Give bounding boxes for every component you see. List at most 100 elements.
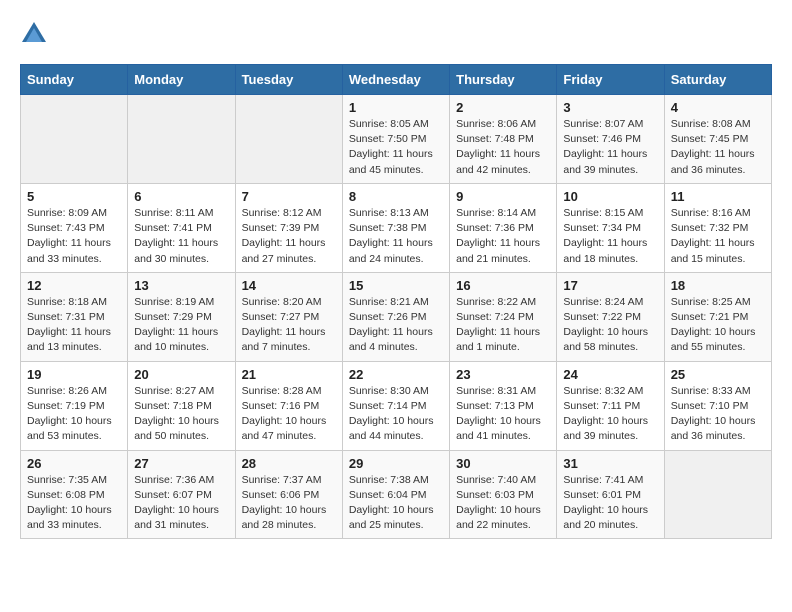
- cell-text: Sunrise: 7:38 AM Sunset: 6:04 PM Dayligh…: [349, 473, 443, 534]
- cell-text: Sunrise: 8:30 AM Sunset: 7:14 PM Dayligh…: [349, 384, 443, 445]
- day-number: 31: [563, 456, 657, 471]
- cell-text: Sunrise: 8:26 AM Sunset: 7:19 PM Dayligh…: [27, 384, 121, 445]
- week-row-5: 26 Sunrise: 7:35 AM Sunset: 6:08 PM Dayli…: [21, 450, 772, 539]
- weekday-header-tuesday: Tuesday: [235, 65, 342, 95]
- cell-text: Sunrise: 7:36 AM Sunset: 6:07 PM Dayligh…: [134, 473, 228, 534]
- cell-text: Sunrise: 7:41 AM Sunset: 6:01 PM Dayligh…: [563, 473, 657, 534]
- week-row-4: 19 Sunrise: 8:26 AM Sunset: 7:19 PM Dayli…: [21, 361, 772, 450]
- calendar-cell: 25 Sunrise: 8:33 AM Sunset: 7:10 PM Dayli…: [664, 361, 771, 450]
- cell-text: Sunrise: 7:40 AM Sunset: 6:03 PM Dayligh…: [456, 473, 550, 534]
- calendar-cell: [664, 450, 771, 539]
- cell-text: Sunrise: 7:37 AM Sunset: 6:06 PM Dayligh…: [242, 473, 336, 534]
- day-number: 15: [349, 278, 443, 293]
- calendar-cell: 17 Sunrise: 8:24 AM Sunset: 7:22 PM Dayli…: [557, 272, 664, 361]
- calendar-cell: 7 Sunrise: 8:12 AM Sunset: 7:39 PM Daylig…: [235, 183, 342, 272]
- day-number: 26: [27, 456, 121, 471]
- cell-text: Sunrise: 8:20 AM Sunset: 7:27 PM Dayligh…: [242, 295, 336, 356]
- week-row-1: 1 Sunrise: 8:05 AM Sunset: 7:50 PM Daylig…: [21, 95, 772, 184]
- day-number: 17: [563, 278, 657, 293]
- calendar-cell: 29 Sunrise: 7:38 AM Sunset: 6:04 PM Dayli…: [342, 450, 449, 539]
- day-number: 18: [671, 278, 765, 293]
- cell-text: Sunrise: 8:05 AM Sunset: 7:50 PM Dayligh…: [349, 117, 443, 178]
- calendar-cell: 19 Sunrise: 8:26 AM Sunset: 7:19 PM Dayli…: [21, 361, 128, 450]
- calendar-cell: 24 Sunrise: 8:32 AM Sunset: 7:11 PM Dayli…: [557, 361, 664, 450]
- day-number: 1: [349, 100, 443, 115]
- day-number: 4: [671, 100, 765, 115]
- calendar-cell: 15 Sunrise: 8:21 AM Sunset: 7:26 PM Dayli…: [342, 272, 449, 361]
- calendar-cell: [128, 95, 235, 184]
- day-number: 14: [242, 278, 336, 293]
- calendar-cell: 23 Sunrise: 8:31 AM Sunset: 7:13 PM Dayli…: [450, 361, 557, 450]
- cell-text: Sunrise: 7:35 AM Sunset: 6:08 PM Dayligh…: [27, 473, 121, 534]
- weekday-header-sunday: Sunday: [21, 65, 128, 95]
- calendar-cell: 2 Sunrise: 8:06 AM Sunset: 7:48 PM Daylig…: [450, 95, 557, 184]
- cell-text: Sunrise: 8:06 AM Sunset: 7:48 PM Dayligh…: [456, 117, 550, 178]
- calendar-cell: 10Sunrise: 8:15 AM Sunset: 7:34 PM Dayli…: [557, 183, 664, 272]
- calendar-cell: 8Sunrise: 8:13 AM Sunset: 7:38 PM Daylig…: [342, 183, 449, 272]
- weekday-header-monday: Monday: [128, 65, 235, 95]
- calendar-cell: 21Sunrise: 8:28 AM Sunset: 7:16 PM Dayli…: [235, 361, 342, 450]
- calendar: SundayMondayTuesdayWednesdayThursdayFrid…: [20, 64, 772, 539]
- day-number: 24: [563, 367, 657, 382]
- day-number: 19: [27, 367, 121, 382]
- weekday-header-saturday: Saturday: [664, 65, 771, 95]
- day-number: 16: [456, 278, 550, 293]
- day-number: 7: [242, 189, 336, 204]
- calendar-cell: 30 Sunrise: 7:40 AM Sunset: 6:03 PM Dayli…: [450, 450, 557, 539]
- day-number: 22: [349, 367, 443, 382]
- calendar-cell: 3 Sunrise: 8:07 AM Sunset: 7:46 PM Daylig…: [557, 95, 664, 184]
- calendar-cell: 12 Sunrise: 8:18 AM Sunset: 7:31 PM Dayli…: [21, 272, 128, 361]
- week-row-3: 12 Sunrise: 8:18 AM Sunset: 7:31 PM Dayli…: [21, 272, 772, 361]
- cell-text: Sunrise: 8:24 AM Sunset: 7:22 PM Dayligh…: [563, 295, 657, 356]
- header: [20, 20, 772, 48]
- week-row-2: 5 Sunrise: 8:09 AM Sunset: 7:43 PM Daylig…: [21, 183, 772, 272]
- day-number: 27: [134, 456, 228, 471]
- calendar-cell: 11Sunrise: 8:16 AM Sunset: 7:32 PM Dayli…: [664, 183, 771, 272]
- calendar-cell: 13 Sunrise: 8:19 AM Sunset: 7:29 PM Dayli…: [128, 272, 235, 361]
- cell-text: Sunrise: 8:21 AM Sunset: 7:26 PM Dayligh…: [349, 295, 443, 356]
- calendar-cell: [21, 95, 128, 184]
- day-number: 23: [456, 367, 550, 382]
- day-number: 12: [27, 278, 121, 293]
- day-number: 5: [27, 189, 121, 204]
- calendar-cell: 6Sunrise: 8:11 AM Sunset: 7:41 PM Daylig…: [128, 183, 235, 272]
- calendar-cell: 1 Sunrise: 8:05 AM Sunset: 7:50 PM Daylig…: [342, 95, 449, 184]
- weekday-header-row: SundayMondayTuesdayWednesdayThursdayFrid…: [21, 65, 772, 95]
- cell-text: Sunrise: 8:08 AM Sunset: 7:45 PM Dayligh…: [671, 117, 765, 178]
- calendar-cell: 26 Sunrise: 7:35 AM Sunset: 6:08 PM Dayli…: [21, 450, 128, 539]
- day-number: 10: [563, 189, 657, 204]
- cell-text: Sunrise: 8:13 AM Sunset: 7:38 PM Dayligh…: [349, 206, 443, 267]
- calendar-cell: [235, 95, 342, 184]
- weekday-header-wednesday: Wednesday: [342, 65, 449, 95]
- cell-text: Sunrise: 8:09 AM Sunset: 7:43 PM Dayligh…: [27, 206, 121, 267]
- cell-text: Sunrise: 8:27 AM Sunset: 7:18 PM Dayligh…: [134, 384, 228, 445]
- cell-text: Sunrise: 8:22 AM Sunset: 7:24 PM Dayligh…: [456, 295, 550, 356]
- calendar-cell: 27 Sunrise: 7:36 AM Sunset: 6:07 PM Dayli…: [128, 450, 235, 539]
- page: SundayMondayTuesdayWednesdayThursdayFrid…: [0, 0, 792, 549]
- day-number: 13: [134, 278, 228, 293]
- calendar-cell: 20Sunrise: 8:27 AM Sunset: 7:18 PM Dayli…: [128, 361, 235, 450]
- day-number: 30: [456, 456, 550, 471]
- day-number: 25: [671, 367, 765, 382]
- logo: [20, 20, 52, 48]
- calendar-cell: 28 Sunrise: 7:37 AM Sunset: 6:06 PM Dayli…: [235, 450, 342, 539]
- day-number: 28: [242, 456, 336, 471]
- calendar-cell: 31 Sunrise: 7:41 AM Sunset: 6:01 PM Dayli…: [557, 450, 664, 539]
- day-number: 29: [349, 456, 443, 471]
- weekday-header-friday: Friday: [557, 65, 664, 95]
- cell-text: Sunrise: 8:32 AM Sunset: 7:11 PM Dayligh…: [563, 384, 657, 445]
- calendar-cell: 5 Sunrise: 8:09 AM Sunset: 7:43 PM Daylig…: [21, 183, 128, 272]
- day-number: 2: [456, 100, 550, 115]
- cell-text: Sunrise: 8:33 AM Sunset: 7:10 PM Dayligh…: [671, 384, 765, 445]
- cell-text: Sunrise: 8:12 AM Sunset: 7:39 PM Dayligh…: [242, 206, 336, 267]
- day-number: 3: [563, 100, 657, 115]
- cell-text: Sunrise: 8:14 AM Sunset: 7:36 PM Dayligh…: [456, 206, 550, 267]
- cell-text: Sunrise: 8:07 AM Sunset: 7:46 PM Dayligh…: [563, 117, 657, 178]
- logo-icon: [20, 20, 48, 48]
- cell-text: Sunrise: 8:31 AM Sunset: 7:13 PM Dayligh…: [456, 384, 550, 445]
- cell-text: Sunrise: 8:18 AM Sunset: 7:31 PM Dayligh…: [27, 295, 121, 356]
- cell-text: Sunrise: 8:28 AM Sunset: 7:16 PM Dayligh…: [242, 384, 336, 445]
- cell-text: Sunrise: 8:19 AM Sunset: 7:29 PM Dayligh…: [134, 295, 228, 356]
- calendar-cell: 22 Sunrise: 8:30 AM Sunset: 7:14 PM Dayli…: [342, 361, 449, 450]
- calendar-cell: 18Sunrise: 8:25 AM Sunset: 7:21 PM Dayli…: [664, 272, 771, 361]
